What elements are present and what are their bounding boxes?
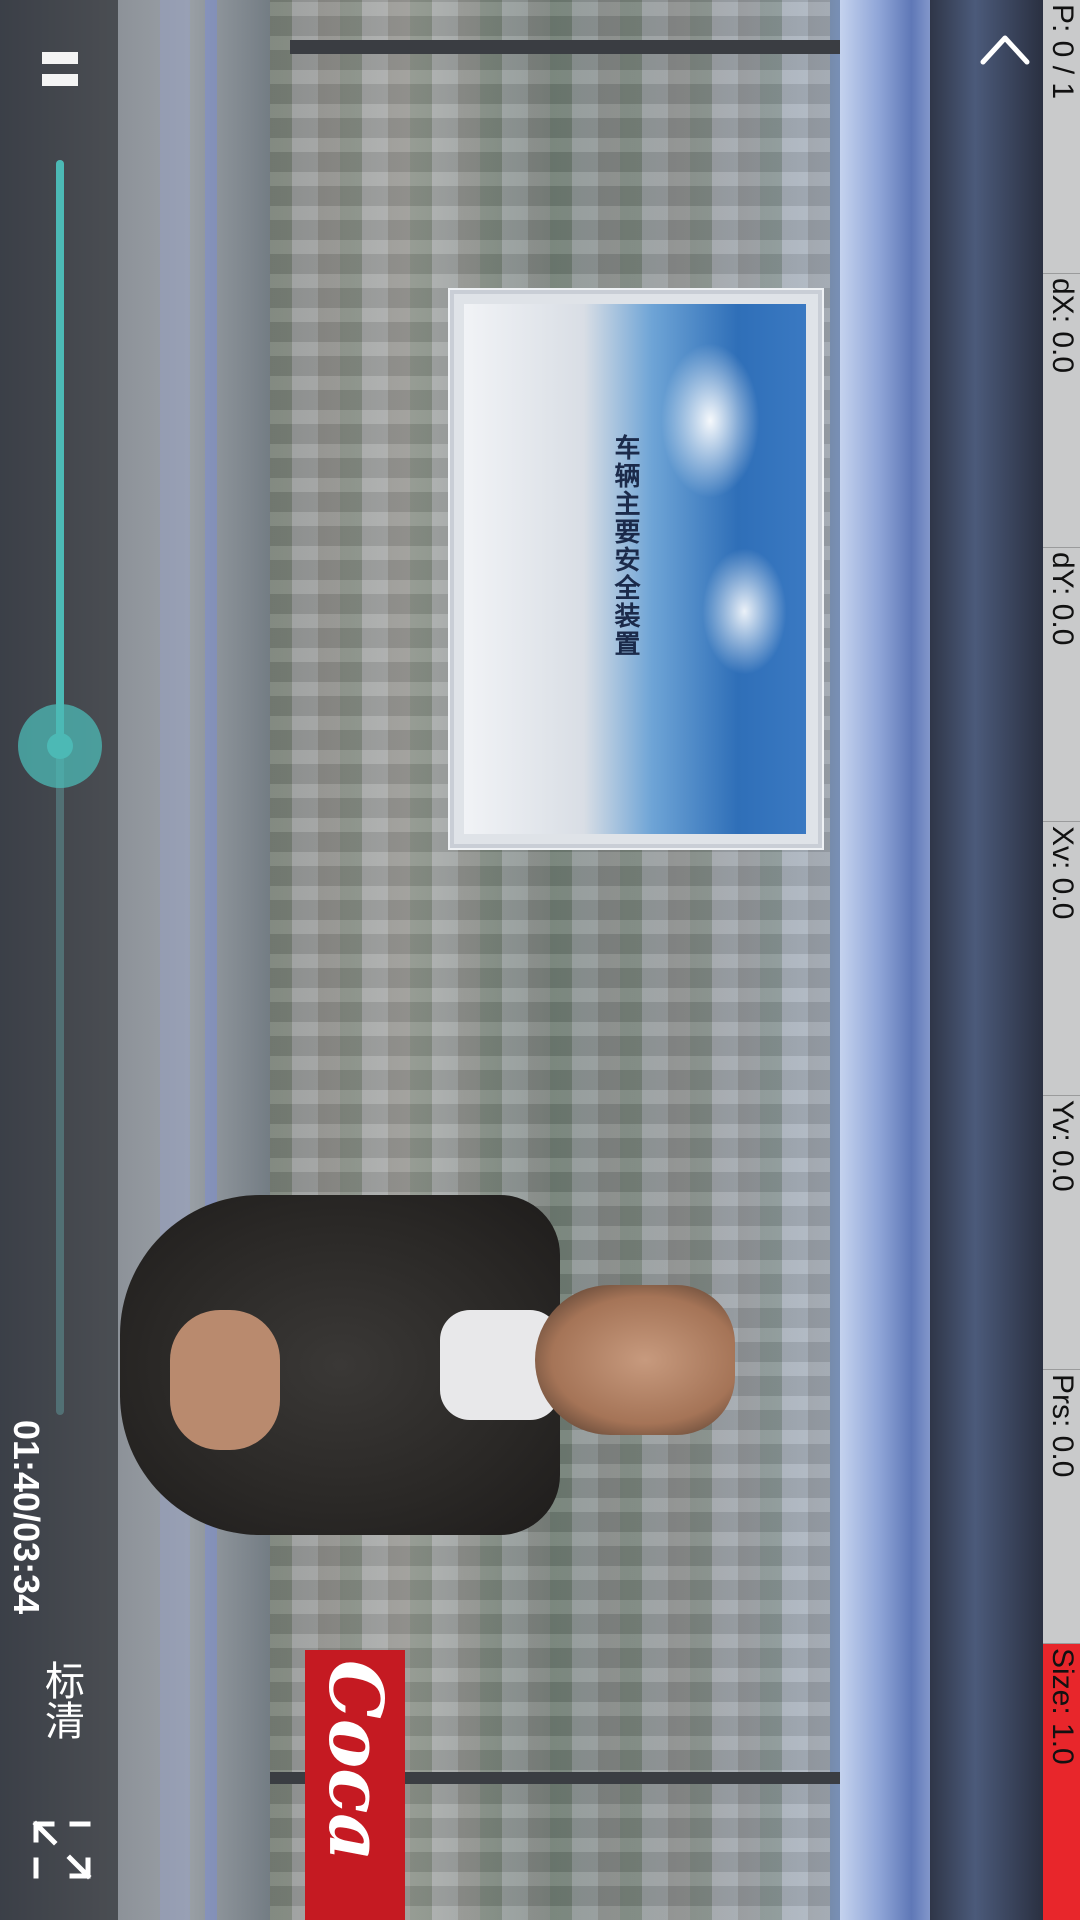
exit-fullscreen-icon	[32, 1820, 92, 1880]
pause-button[interactable]	[38, 48, 82, 90]
debug-pressure: Prs: 0.0	[1043, 1370, 1080, 1644]
seek-thumb-dot	[47, 733, 73, 760]
quality-button[interactable]: 标清	[36, 1660, 86, 1760]
pause-icon	[42, 52, 78, 64]
display-caption: 车辆主要安全装置	[610, 434, 640, 658]
city-backdrop	[270, 0, 830, 1920]
debug-label: Size: 1.0	[1046, 1648, 1079, 1765]
exit-fullscreen-button[interactable]	[22, 1810, 102, 1890]
debug-dy: dY: 0.0	[1043, 548, 1080, 822]
debug-pointer-count: P: 0 / 1	[1043, 0, 1080, 274]
video-frame[interactable]: 车辆主要安全装置 Coca	[0, 0, 1043, 1920]
pause-icon	[42, 74, 78, 86]
debug-label: Xv: 0.0	[1046, 826, 1079, 920]
studio-rail	[290, 40, 910, 54]
advertisement-sign-text: Coca	[320, 1660, 390, 1862]
player-control-bar: 01:40/03:34 标清	[0, 0, 118, 1920]
debug-label: dX: 0.0	[1046, 278, 1079, 374]
studio-floor-stripe	[205, 0, 217, 1920]
debug-dx: dX: 0.0	[1043, 274, 1080, 548]
playback-time: 01:40/03:34	[6, 1420, 47, 1615]
debug-label: P: 0 / 1	[1046, 4, 1079, 100]
seek-bar-progress	[56, 160, 64, 747]
debug-label: Prs: 0.0	[1046, 1374, 1079, 1478]
debug-yv: Yv: 0.0	[1043, 1096, 1080, 1370]
studio-display-screen: 车辆主要安全装置	[450, 290, 822, 848]
studio-desk-shadow	[930, 0, 1043, 1920]
debug-size: Size: 1.0	[1043, 1644, 1080, 1920]
seek-thumb[interactable]	[18, 704, 102, 789]
debug-label: Yv: 0.0	[1046, 1100, 1079, 1192]
touch-debug-overlay: P: 0 / 1 dX: 0.0 dY: 0.0 Xv: 0.0 Yv: 0.0…	[1043, 0, 1080, 1920]
debug-xv: Xv: 0.0	[1043, 822, 1080, 1096]
debug-label: dY: 0.0	[1046, 552, 1079, 646]
chevron-left-icon	[980, 35, 1030, 65]
studio-floor-stripe	[160, 0, 190, 1920]
presenter-head	[535, 1285, 735, 1435]
back-button[interactable]	[975, 20, 1035, 80]
presenter-hands	[170, 1310, 280, 1450]
